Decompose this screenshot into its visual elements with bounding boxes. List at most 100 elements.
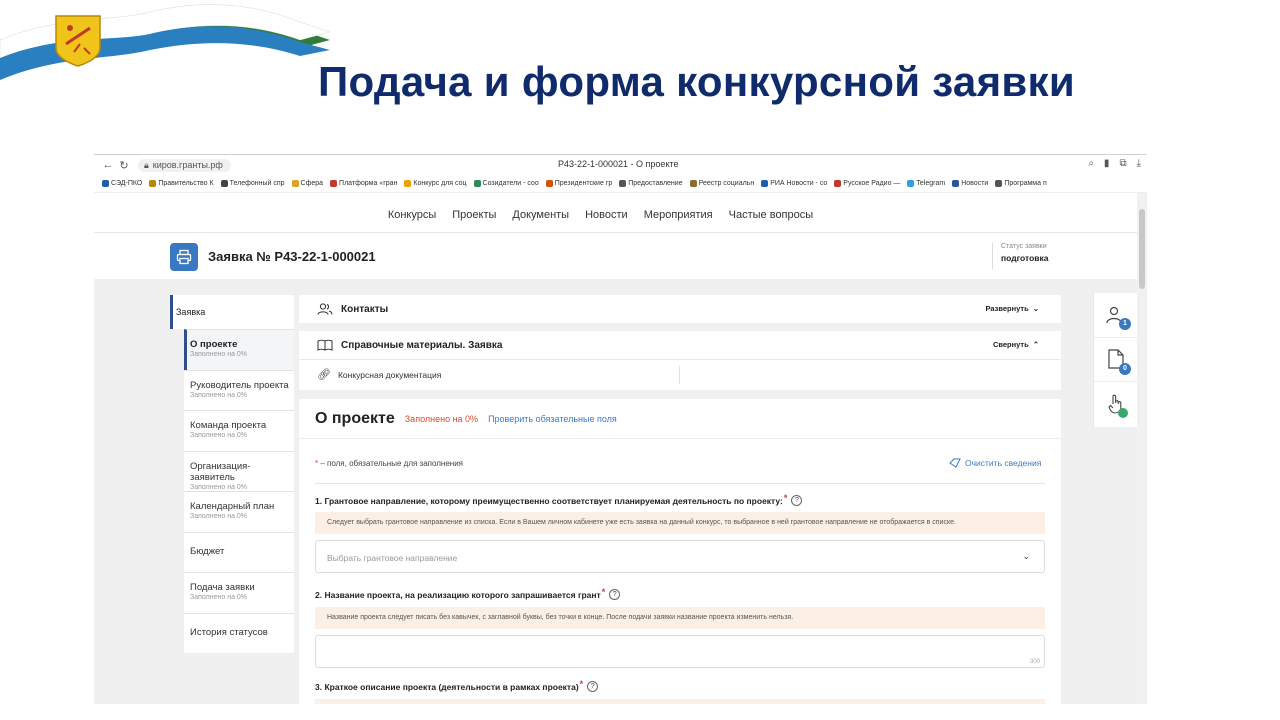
bookmark-item[interactable]: Платформа «гран bbox=[330, 180, 397, 187]
page-scrollbar[interactable] bbox=[1137, 193, 1147, 704]
help-icon[interactable]: ? bbox=[609, 589, 621, 600]
contacts-accordion-title: Контакты bbox=[341, 303, 389, 315]
site-nav-item[interactable]: Документы bbox=[512, 209, 569, 221]
pointer-rail-button[interactable] bbox=[1094, 382, 1137, 427]
bookmark-favicon-icon bbox=[149, 180, 157, 187]
site-nav-item[interactable]: Мероприятия bbox=[644, 209, 713, 221]
bookmark-item[interactable]: Telegram bbox=[907, 180, 945, 187]
clear-data-label: Очистить сведения bbox=[965, 458, 1042, 468]
clear-data-button[interactable]: Очистить сведения bbox=[949, 458, 1041, 468]
grant-direction-placeholder: Выбрать грантовое направление bbox=[327, 553, 458, 563]
bookmark-item[interactable]: РИА Новости - со bbox=[761, 180, 827, 187]
sidebar-top-item[interactable]: Заявка bbox=[170, 295, 294, 329]
bookmark-item[interactable]: Конкурс для соц bbox=[404, 180, 467, 187]
bookmark-favicon-icon bbox=[689, 180, 697, 187]
question-2-text: 2. Название проекта, на реализацию котор… bbox=[315, 589, 601, 600]
competition-docs-link[interactable]: 🔗︎ Конкурсная документация bbox=[299, 359, 1061, 389]
site-nav-item[interactable]: Частые вопросы bbox=[729, 209, 814, 221]
char-counter: 300 bbox=[1029, 659, 1040, 665]
bookmark-item[interactable]: Созидатели - соо bbox=[473, 180, 539, 187]
question-1-label: 1. Грантовое направление, которому преим… bbox=[315, 493, 803, 506]
site-nav-item[interactable]: Конкурсы bbox=[388, 209, 436, 221]
check-required-link[interactable]: Проверить обязательные поля bbox=[488, 414, 617, 424]
scrollbar-thumb[interactable] bbox=[1139, 209, 1145, 289]
status-label: Статус заявки bbox=[1001, 243, 1047, 250]
bookmark-item[interactable]: Сфера bbox=[291, 180, 323, 187]
back-icon[interactable]: ← bbox=[100, 159, 116, 171]
book-icon bbox=[317, 339, 333, 351]
reference-accordion-header[interactable]: Справочные материалы. Заявка Свернуть ⌃ bbox=[299, 331, 1061, 359]
bookmark-label: Новости bbox=[961, 180, 989, 187]
bookmark-label: Русское Радио — bbox=[843, 180, 901, 187]
sidebar-item[interactable]: Бюджет bbox=[184, 531, 294, 572]
question-3-hint bbox=[315, 699, 1045, 704]
question-2-label: 2. Название проекта, на реализацию котор… bbox=[315, 586, 621, 600]
slide-title: Подача и форма конкурсной заявки bbox=[318, 58, 1075, 105]
bookmark-item[interactable]: Телефонный спр bbox=[220, 180, 285, 187]
lock-icon: 🔒︎ bbox=[144, 159, 149, 170]
help-icon[interactable]: ? bbox=[587, 681, 599, 692]
bookmark-item[interactable]: Новости bbox=[952, 180, 988, 187]
chevron-down-icon: ⌄ bbox=[1032, 304, 1039, 313]
required-star: * bbox=[601, 586, 606, 597]
contacts-accordion-header[interactable]: Контакты Развернуть ⌄ bbox=[299, 295, 1061, 323]
expand-label: Развернуть bbox=[985, 304, 1029, 313]
form-fill-status: Заполнено на 0% bbox=[404, 413, 479, 424]
sidebar-item[interactable]: Организация-заявитель Заполнено на 0% bbox=[184, 450, 294, 491]
main-content: Заявка О проекте Заполнено на 0% Руководит… bbox=[94, 279, 1137, 704]
help-icon[interactable]: ? bbox=[791, 495, 803, 506]
site-nav-item[interactable]: Проекты bbox=[452, 209, 496, 221]
search-icon[interactable]: ⌕ bbox=[1088, 158, 1094, 169]
application-header: Заявка № Р43-22-1-000021 Статус заявки п… bbox=[94, 233, 1137, 279]
grant-direction-select[interactable]: Выбрать грантовое направление ⌄ bbox=[315, 540, 1045, 573]
required-note: * – поля, обязательные для заполнения bbox=[315, 459, 463, 468]
bookmark-label: Президентские гр bbox=[554, 180, 613, 187]
print-button[interactable] bbox=[170, 243, 198, 271]
question-3-text: 3. Краткое описание проекта (деятельност… bbox=[315, 681, 579, 692]
site-nav-item[interactable]: Новости bbox=[585, 209, 628, 221]
right-rail: 1 0 bbox=[1093, 293, 1137, 427]
reload-icon[interactable]: ↻ bbox=[116, 159, 132, 172]
sidebar-item[interactable]: История статусов bbox=[184, 612, 294, 653]
chevron-down-icon: ⌄ bbox=[1022, 551, 1030, 561]
bookmark-item[interactable]: Реестр социальн bbox=[689, 180, 754, 187]
bookmark-favicon-icon bbox=[404, 180, 412, 187]
bookmark-item[interactable]: Русское Радио — bbox=[834, 180, 900, 187]
coat-of-arms-icon bbox=[55, 15, 101, 67]
bookmark-item[interactable]: Президентские гр bbox=[545, 180, 613, 187]
sidebar-item[interactable]: Команда проекта Заполнено на 0% bbox=[184, 410, 294, 451]
contacts-rail-button[interactable]: 1 bbox=[1094, 293, 1137, 338]
bookmark-icon[interactable]: ▮ bbox=[1104, 158, 1110, 169]
collapse-toggle[interactable]: Свернуть ⌃ bbox=[993, 340, 1039, 349]
download-icon[interactable]: ⤓ bbox=[1137, 158, 1141, 169]
documents-rail-button[interactable]: 0 bbox=[1094, 338, 1137, 383]
bookmark-item[interactable]: Правительство К bbox=[149, 180, 214, 187]
sidebar-item[interactable]: Подача заявки Заполнено на 0% bbox=[184, 572, 294, 613]
sidebar-item-label: Команда проекта bbox=[190, 420, 267, 431]
bookmark-favicon-icon bbox=[834, 180, 842, 187]
page-tab-title: Р43-22-1-000021 - О проекте bbox=[558, 159, 679, 169]
sidebar-item-label: Бюджет bbox=[190, 545, 225, 557]
contacts-accordion[interactable]: Контакты Развернуть ⌄ bbox=[299, 295, 1061, 323]
url-field[interactable]: 🔒︎ киров.гранты.рф bbox=[138, 158, 231, 172]
bookmark-label: Конкурс для соц bbox=[413, 180, 467, 187]
project-name-input[interactable]: 300 bbox=[315, 635, 1045, 668]
sidebar-item[interactable]: Руководитель проекта Заполнено на 0% bbox=[184, 369, 294, 410]
expand-toggle[interactable]: Развернуть ⌄ bbox=[985, 304, 1039, 313]
bookmark-item[interactable]: Программа п bbox=[995, 180, 1047, 187]
bookmark-label: Предоставление bbox=[628, 180, 683, 187]
bookmark-favicon-icon bbox=[220, 180, 228, 187]
sidebar-item[interactable]: О проекте Заполнено на 0% bbox=[184, 329, 294, 370]
bookmark-item[interactable]: СЭД-ПКО bbox=[102, 180, 142, 187]
tabs-icon[interactable]: ⧉ bbox=[1119, 158, 1126, 169]
documents-badge: 0 bbox=[1119, 362, 1131, 375]
bookmark-item[interactable]: Предоставление bbox=[619, 180, 683, 187]
sidebar-item[interactable]: Календарный план Заполнено на 0% bbox=[184, 491, 294, 532]
sidebar-item-fill: Заполнено на 0% bbox=[190, 391, 248, 399]
eraser-icon bbox=[949, 458, 961, 468]
bookmark-favicon-icon bbox=[291, 180, 299, 187]
reference-accordion: Справочные материалы. Заявка Свернуть ⌃ … bbox=[299, 331, 1061, 390]
sidebar-item-label: Подача заявки bbox=[190, 582, 255, 593]
sidebar-item-fill: Заполнено на 0% bbox=[190, 594, 248, 601]
address-bar: ← ↻ 🔒︎ киров.гранты.рф Р43-22-1-000021 -… bbox=[94, 155, 1147, 175]
